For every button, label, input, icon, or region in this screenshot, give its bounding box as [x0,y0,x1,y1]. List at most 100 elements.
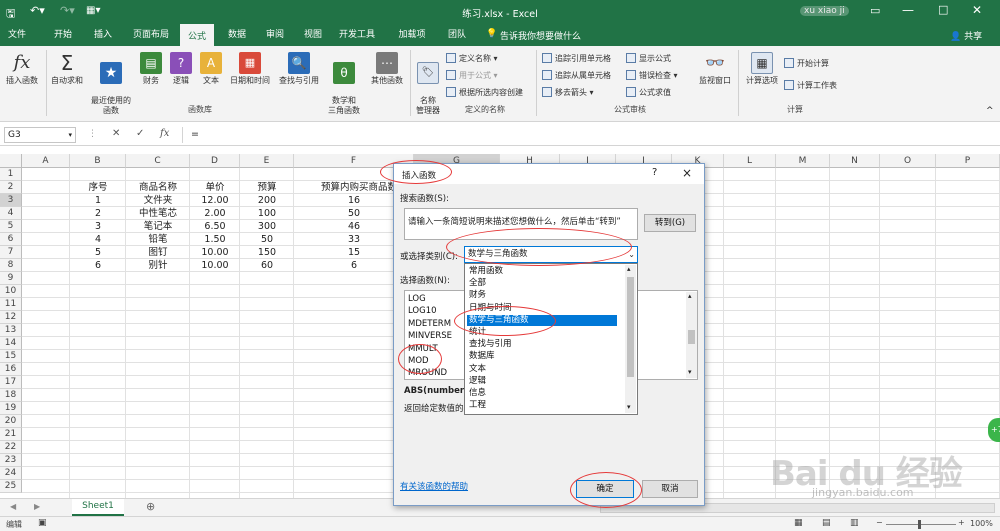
error-checking-button[interactable]: 错误检查 ▾ [626,70,678,81]
column-header-D[interactable]: D [190,154,240,168]
define-name-button[interactable]: 定义名称 ▾ [446,53,498,64]
category-option[interactable]: 查找与引用 [467,339,617,351]
row-header-3[interactable]: 3 [0,194,22,207]
more-functions-button[interactable]: ⋯ 其他函数 [366,52,408,86]
category-option[interactable]: 数据库 [467,351,617,363]
category-option[interactable]: 工程 [467,400,617,412]
category-option[interactable]: 文本 [467,364,617,376]
table-cell[interactable]: 铅笔 [126,233,190,246]
table-cell[interactable]: 100 [240,207,294,220]
category-option[interactable]: 财务 [467,290,617,302]
zoom-out-icon[interactable]: − [876,518,883,527]
row-header-4[interactable]: 4 [0,207,22,220]
table-cell[interactable]: 50 [240,233,294,246]
normal-view-icon[interactable]: ▦ [794,518,803,528]
table-cell[interactable]: 10.00 [190,246,240,259]
category-scroll-thumb[interactable] [627,277,634,377]
row-header-16[interactable]: 16 [0,363,22,376]
tab-4[interactable]: 公式 [180,24,214,46]
calc-options-button[interactable]: ▦ 计算选项 [742,52,782,86]
table-cell[interactable]: 别针 [126,259,190,272]
table-cell[interactable]: 文件夹 [126,194,190,207]
scroll-down-icon[interactable]: ▾ [688,368,692,376]
math-trig-button[interactable]: θ 数学和 三角函数 [324,52,364,116]
row-header-9[interactable]: 9 [0,272,22,285]
row-header-18[interactable]: 18 [0,389,22,402]
tab-10[interactable]: 团队 [440,24,474,46]
text-button[interactable]: A 文本 [198,52,224,86]
function-item[interactable]: MDETERM [408,318,451,330]
column-header-M[interactable]: M [776,154,830,168]
minimize-icon[interactable]: — [902,3,914,17]
calculate-now-button[interactable]: 开始计算 [784,58,829,69]
scroll-down-icon[interactable]: ▾ [627,403,631,411]
column-header-A[interactable]: A [22,154,70,168]
row-header-5[interactable]: 5 [0,220,22,233]
function-item[interactable]: LOG [408,293,426,305]
row-header-8[interactable]: 8 [0,259,22,272]
trace-dependents-button[interactable]: 追踪从属单元格 [542,70,611,81]
tab-0[interactable]: 文件 [0,24,34,46]
create-from-selection-button[interactable]: 根据所选内容创建 [446,87,523,98]
datetime-button[interactable]: ▦ 日期和时间 [226,52,274,86]
tab-3[interactable]: 页面布局 [128,24,174,46]
column-header-P[interactable]: P [936,154,1000,168]
category-scrollbar[interactable]: ▴ ▾ [625,265,636,413]
row-header-22[interactable]: 22 [0,441,22,454]
select-all-corner[interactable] [0,154,22,168]
category-dropdown[interactable]: 常用函数 全部 财务 日期与时间 数学与三角函数 统计 查找与引用 数据库 文本 逻辑 信息 工程 ▴… [464,263,638,415]
table-cell[interactable]: 300 [240,220,294,233]
tell-me-search[interactable]: 告诉我你想要做什么 [500,29,581,42]
row-header-14[interactable]: 14 [0,337,22,350]
table-header-cell[interactable]: 单价 [190,181,240,194]
show-formulas-button[interactable]: 显示公式 [626,53,671,64]
scroll-up-icon[interactable]: ▴ [688,292,692,300]
lookup-button[interactable]: 🔍 查找与引用 [276,52,322,86]
tab-9[interactable]: 加载项 [392,24,432,46]
insert-function-button[interactable]: fx 插入函数 [2,52,42,86]
tab-2[interactable]: 插入 [86,24,120,46]
tab-7[interactable]: 视图 [296,24,330,46]
page-layout-icon[interactable]: ▤ [822,518,831,528]
cancel-icon[interactable]: ✕ [112,128,120,139]
table-header-cell[interactable]: 序号 [70,181,126,194]
column-header-N[interactable]: N [830,154,880,168]
collapse-ribbon-icon[interactable]: ^ [986,106,994,116]
fx-button[interactable]: fx [160,128,169,139]
function-item[interactable]: LOG10 [408,305,437,317]
table-cell[interactable]: 2.00 [190,207,240,220]
category-option[interactable]: 全部 [467,278,617,290]
dialog-help-button[interactable]: ? [652,167,657,178]
row-header-10[interactable]: 10 [0,285,22,298]
column-header-E[interactable]: E [240,154,294,168]
table-cell[interactable]: 10.00 [190,259,240,272]
watch-window-button[interactable]: 👓 监视窗口 [694,52,736,86]
table-cell[interactable]: 150 [240,246,294,259]
table-cell[interactable]: 2 [70,207,126,220]
dialog-close-button[interactable]: × [682,166,692,180]
table-header-cell[interactable]: 商品名称 [126,181,190,194]
trace-precedents-button[interactable]: 追踪引用单元格 [542,53,611,64]
add-sheet-icon[interactable]: ⊕ [146,500,155,513]
row-header-12[interactable]: 12 [0,311,22,324]
scroll-up-icon[interactable]: ▴ [627,265,631,273]
row-header-1[interactable]: 1 [0,168,22,181]
autosum-button[interactable]: Σ 自动求和 [48,52,86,86]
column-header-C[interactable]: C [126,154,190,168]
function-list-scrollbar[interactable]: ▴ ▾ [686,292,697,378]
close-icon[interactable]: ✕ [972,3,982,17]
function-item[interactable]: MINVERSE [408,330,452,342]
enter-icon[interactable]: ✓ [136,128,144,139]
help-link[interactable]: 有关该函数的帮助 [400,480,468,492]
row-header-24[interactable]: 24 [0,467,22,480]
evaluate-formula-button[interactable]: 公式求值 [626,87,671,98]
table-cell[interactable]: 12.00 [190,194,240,207]
side-helper-bubble[interactable]: +7 [988,418,1000,442]
ribbon-options-icon[interactable]: ▭ [870,4,880,17]
table-cell[interactable]: 60 [240,259,294,272]
column-header-L[interactable]: L [724,154,776,168]
remove-arrows-button[interactable]: 移去箭头 ▾ [542,87,594,98]
table-cell[interactable]: 图钉 [126,246,190,259]
row-header-2[interactable]: 2 [0,181,22,194]
sheet-tab-sheet1[interactable]: Sheet1 [72,499,124,516]
